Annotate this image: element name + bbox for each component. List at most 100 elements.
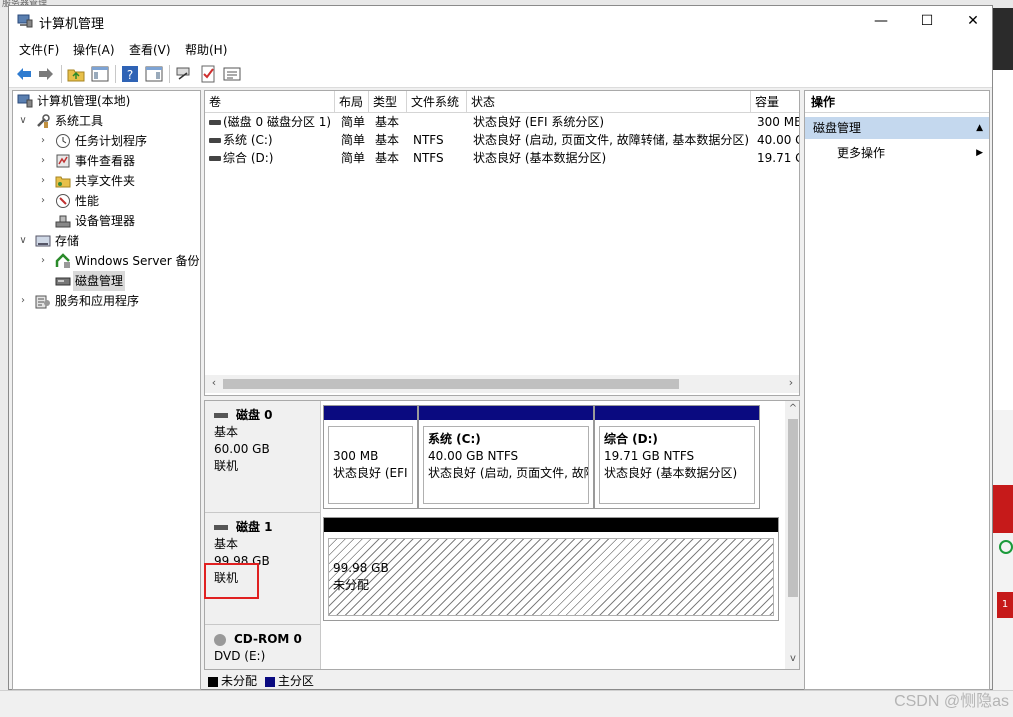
chevron-down-icon[interactable]: ∨ <box>17 111 29 131</box>
scroll-down-icon[interactable]: v <box>785 653 799 664</box>
title-bar[interactable]: 计算机管理 — ☐ ✕ <box>9 6 992 36</box>
tree-label: 任务计划程序 <box>75 134 148 148</box>
help-icon[interactable]: ? <box>121 65 139 83</box>
up-folder-icon[interactable] <box>67 65 85 83</box>
scrollbar-thumb[interactable] <box>788 419 798 597</box>
tree-item-device-manager[interactable]: 设备管理器 <box>15 211 200 231</box>
disk-0-label[interactable]: 磁盘 0 基本 60.00 GB 联机 <box>205 401 321 513</box>
annotation-highlight-box <box>204 563 259 599</box>
tree-label: 事件查看器 <box>75 154 136 168</box>
action-pane: 操作 磁盘管理 ▲ 更多操作 ▶ <box>804 90 990 690</box>
clock-icon <box>56 134 70 148</box>
minimize-button[interactable]: — <box>858 6 904 36</box>
tree-item-storage[interactable]: ∨ 存储 <box>15 231 200 251</box>
menu-file[interactable]: 文件(F) <box>19 41 59 58</box>
partition-label: 综合 (D:) <box>604 432 658 446</box>
disk-name: CD-ROM 0 <box>234 632 302 646</box>
tree-item-task-scheduler[interactable]: › 任务计划程序 <box>15 131 200 151</box>
primary-partition-bar <box>324 406 417 420</box>
maximize-button[interactable]: ☐ <box>904 6 950 36</box>
vertical-scrollbar[interactable]: ^ v <box>785 401 799 669</box>
menu-view[interactable]: 查看(V) <box>129 41 171 58</box>
table-row[interactable]: 综合 (D:) 简单 基本 NTFS 状态良好 (基本数据分区) 19.71 G… <box>205 149 799 167</box>
primary-partition-bar <box>419 406 593 420</box>
more-actions-item[interactable]: 更多操作 <box>837 143 885 163</box>
cell-capacity: 300 MB <box>757 115 800 129</box>
toolbar: ? <box>9 60 992 88</box>
legend-primary: 主分区 <box>277 674 314 688</box>
properties-list-icon[interactable] <box>223 65 241 83</box>
partition-status: 状态良好 (基本数据分区) <box>604 466 738 480</box>
computer-management-window: 计算机管理 — ☐ ✕ 文件(F) 操作(A) 查看(V) 帮助(H) ? 计算… <box>8 5 993 690</box>
submenu-arrow-icon[interactable]: ▶ <box>976 143 983 163</box>
tree-item-disk-management[interactable]: 磁盘管理 <box>15 271 200 291</box>
cell-layout: 简单 <box>341 115 366 129</box>
column-header-type[interactable]: 类型 <box>369 91 407 113</box>
show-hide-console-tree-icon[interactable] <box>91 65 109 83</box>
checklist-icon[interactable] <box>199 65 217 83</box>
tree-item-event-viewer[interactable]: › 事件查看器 <box>15 151 200 171</box>
partition-c[interactable]: 系统 (C:) 40.00 GB NTFS 状态良好 (启动, 页面文件, 故障… <box>418 405 594 509</box>
tree-label: 设备管理器 <box>75 214 136 228</box>
cell-status: 状态良好 (基本数据分区) <box>473 151 607 165</box>
cell-volume: (磁盘 0 磁盘分区 1) <box>223 115 332 129</box>
chevron-right-icon[interactable]: › <box>17 291 29 311</box>
disk-type: 基本 <box>214 425 239 439</box>
toolbar-separator <box>61 65 62 83</box>
collapse-triangle-icon[interactable]: ▲ <box>976 117 983 139</box>
menu-help[interactable]: 帮助(H) <box>185 41 227 58</box>
cell-layout: 简单 <box>341 151 366 165</box>
tree-item-root[interactable]: 计算机管理(本地) <box>15 91 200 111</box>
column-header-status[interactable]: 状态 <box>467 91 751 113</box>
svg-text:?: ? <box>127 68 133 82</box>
column-header-volume[interactable]: 卷 <box>205 91 335 113</box>
storage-icon <box>35 235 51 247</box>
disk-graphical-view: 磁盘 0 基本 60.00 GB 联机 300 MB 状态良好 (EFI 系统分… <box>204 400 800 670</box>
toolbar-separator <box>169 65 170 83</box>
column-header-layout[interactable]: 布局 <box>335 91 369 113</box>
cdrom-0-label[interactable]: CD-ROM 0 DVD (E:) <box>205 625 321 669</box>
tree-item-system-tools[interactable]: ∨ 系统工具 <box>15 111 200 131</box>
tree-item-services-apps[interactable]: › 服务和应用程序 <box>15 291 200 311</box>
chevron-right-icon[interactable]: › <box>37 151 49 171</box>
scroll-right-icon[interactable]: › <box>783 376 799 389</box>
partition-unallocated[interactable]: 99.98 GB 未分配 <box>323 517 779 621</box>
horizontal-scrollbar[interactable]: ‹ › <box>205 375 799 393</box>
connect-icon[interactable] <box>175 65 193 83</box>
chevron-right-icon[interactable]: › <box>37 251 49 271</box>
partition-body: 系统 (C:) 40.00 GB NTFS 状态良好 (启动, 页面文件, 故障… <box>423 426 589 504</box>
background-red-badge: 1 <box>997 592 1013 618</box>
tree-label: Windows Server 备份 <box>75 254 200 268</box>
scroll-left-icon[interactable]: ‹ <box>206 376 222 389</box>
table-row[interactable]: 系统 (C:) 简单 基本 NTFS 状态良好 (启动, 页面文件, 故障转储,… <box>205 131 799 149</box>
cell-volume: 系统 (C:) <box>223 133 273 147</box>
tree-label: 磁盘管理 <box>73 271 126 291</box>
back-arrow-icon[interactable] <box>15 65 33 83</box>
partition-d[interactable]: 综合 (D:) 19.71 GB NTFS 状态良好 (基本数据分区) <box>594 405 760 509</box>
scroll-up-icon[interactable]: ^ <box>785 403 799 414</box>
close-button[interactable]: ✕ <box>950 6 996 36</box>
chevron-right-icon[interactable]: › <box>37 171 49 191</box>
backup-icon <box>55 253 70 268</box>
show-hide-action-pane-icon[interactable] <box>145 65 163 83</box>
column-header-filesystem[interactable]: 文件系统 <box>407 91 467 113</box>
menu-action[interactable]: 操作(A) <box>73 41 115 58</box>
chevron-down-icon[interactable]: ∨ <box>17 231 29 251</box>
window-title: 计算机管理 <box>39 17 105 32</box>
chevron-right-icon[interactable]: › <box>37 131 49 151</box>
forward-arrow-icon[interactable] <box>37 65 55 83</box>
cell-layout: 简单 <box>341 133 366 147</box>
tree-item-windows-server-backup[interactable]: › Windows Server 备份 <box>15 251 200 271</box>
tree-item-shared-folders[interactable]: › 共享文件夹 <box>15 171 200 191</box>
table-row[interactable]: (磁盘 0 磁盘分区 1) 简单 基本 状态良好 (EFI 系统分区) 300 … <box>205 113 800 131</box>
unallocated-partition-bar <box>324 518 778 532</box>
column-header-capacity[interactable]: 容量 <box>751 91 799 113</box>
partition-size: 300 MB <box>333 449 379 463</box>
tree-item-performance[interactable]: › 性能 <box>15 191 200 211</box>
chevron-right-icon[interactable]: › <box>37 191 49 211</box>
action-section-disk-management[interactable]: 磁盘管理 ▲ <box>805 117 989 139</box>
legend-primary-swatch <box>264 676 275 687</box>
partition-size: 19.71 GB NTFS <box>604 449 695 463</box>
scrollbar-thumb[interactable] <box>223 379 679 389</box>
partition-efi[interactable]: 300 MB 状态良好 (EFI 系统分区) <box>323 405 418 509</box>
